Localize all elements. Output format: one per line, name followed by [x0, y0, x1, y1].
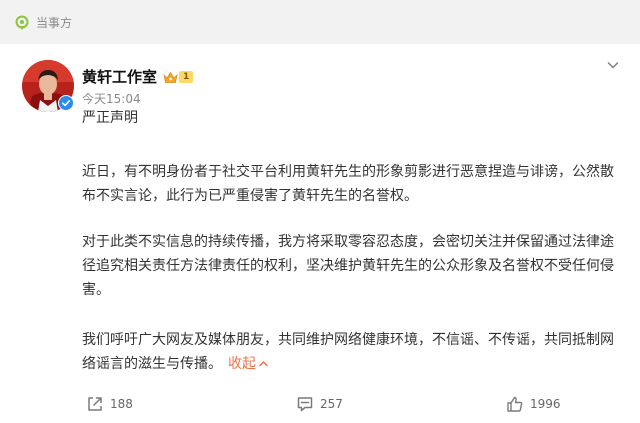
forward-button[interactable]: 188: [86, 392, 133, 416]
like-icon: [507, 396, 523, 412]
source-tag-bar: 当事方: [0, 0, 640, 44]
source-tag-label: 当事方: [36, 16, 73, 30]
comment-icon: [297, 397, 313, 412]
collapse-label: 收起: [228, 356, 256, 372]
chevron-up-icon: [259, 361, 268, 367]
action-bar: 188 257 1996: [0, 392, 640, 416]
location-pin-icon: [15, 15, 29, 30]
verified-badge-icon: [58, 95, 74, 111]
author-name[interactable]: 黄轩工作室: [82, 66, 157, 88]
comment-count: 257: [320, 397, 343, 411]
badge-level: 1: [179, 71, 194, 83]
weibo-post-card: 黄轩工作室 1 今天15:04 严正声明 近日，有不明身份者于社交平台利用黄轩先…: [0, 44, 640, 423]
comment-button[interactable]: 257: [296, 392, 343, 416]
crown-icon: [163, 71, 178, 83]
forward-count: 188: [110, 397, 133, 411]
post-paragraph-2: 对于此类不实信息的持续传播，我方将采取零容忍态度，会密切关注并保留通过法律途径追…: [82, 234, 614, 298]
post-time[interactable]: 今天15:04: [82, 91, 141, 107]
post-paragraph-3-text: 我们呼吁广大网友及媒体朋友，共同维护网络健康环境，不信谣、不传谣，共同抵制网络谣…: [82, 332, 614, 372]
post-title: 严正声明: [82, 110, 138, 126]
author-row: 黄轩工作室 1: [82, 66, 194, 88]
like-count: 1996: [530, 397, 561, 411]
post-paragraph-3: 我们呼吁广大网友及媒体朋友，共同维护网络健康环境，不信谣、不传谣，共同抵制网络谣…: [82, 328, 627, 376]
source-tag: 当事方: [14, 13, 72, 33]
chevron-down-icon[interactable]: [606, 58, 620, 72]
collapse-link[interactable]: 收起: [228, 356, 269, 372]
share-icon: [88, 397, 102, 411]
member-badge[interactable]: 1: [163, 71, 194, 84]
post-paragraph-1: 近日，有不明身份者于社交平台利用黄轩先生的形象剪影进行恶意捏造与诽谤，公然散布不…: [82, 164, 614, 204]
like-button[interactable]: 1996: [506, 392, 561, 416]
